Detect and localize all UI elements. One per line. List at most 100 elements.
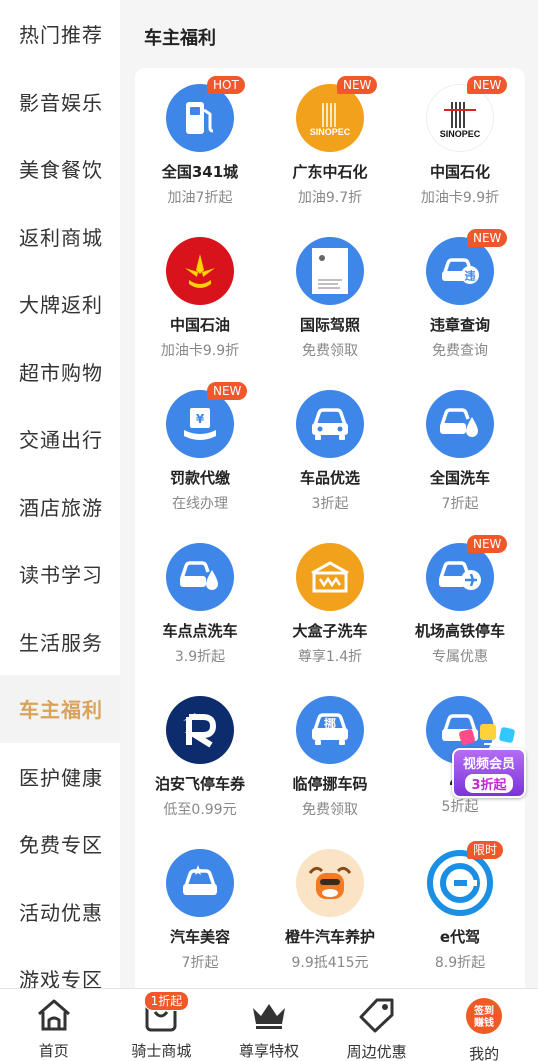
item-title: 罚款代缴 [169,469,230,487]
grid-item-national-car-wash[interactable]: 全国洗车 7折起 [395,374,525,527]
item-subtitle: 8.9折起 [434,955,486,971]
nav-home[interactable]: 首页 [0,989,108,1061]
item-title: 橙牛汽车养护 [284,928,375,946]
badge-new: NEW [337,76,378,94]
sidebar-item-transport[interactable]: 交通出行 [0,405,120,473]
item-subtitle: 尊享1.4折 [297,649,363,665]
car-wash-icon [426,390,494,458]
nav-badge: 1折起 [143,991,190,1011]
grid-item-big-box-wash[interactable]: 大盒子洗车 尊享1.4折 [265,527,395,680]
item-subtitle: 加油9.7折 [297,190,363,206]
petrochina-logo-icon [166,237,234,305]
item-subtitle: 在线办理 [172,496,228,512]
crown-icon [249,997,289,1032]
grid-item-petrochina[interactable]: 中国石油 加油卡9.9折 [135,221,265,374]
item-subtitle: 免费查询 [432,343,488,359]
grid-item-move-car-code[interactable]: 挪 临停挪车码 免费领取 [265,680,395,833]
item-subtitle: 低至0.99元 [163,802,237,818]
sidebar-item-reading[interactable]: 读书学习 [0,540,120,608]
item-subtitle: 7折起 [181,955,219,971]
video-vip-float-button[interactable]: 视频会员 3折起 [448,718,528,800]
airport-parking-icon [426,543,494,611]
car-icon [296,390,364,458]
tag-icon [357,997,397,1033]
item-subtitle: 3折起 [311,496,349,512]
item-title: 全国341城 [161,163,239,181]
move-car-code-icon: 挪 [296,696,364,764]
item-title: 车品优选 [299,469,360,487]
sidebar-item-activity[interactable]: 活动优惠 [0,878,120,946]
bottom-nav: 首页 1折起 骑士商城 尊享特权 周边优惠 签到 赚钱 我的 [0,988,538,1061]
sidebar-item-car-owner[interactable]: 车主福利 [0,675,120,743]
sidebar-item-health[interactable]: 医护健康 [0,743,120,811]
grid-item-boanfei-parking[interactable]: 泊安飞停车券 低至0.99元 [135,680,265,833]
item-title: 车点点洗车 [162,622,238,640]
sidebar-item-life-service[interactable]: 生活服务 [0,608,120,676]
nav-knight-mall[interactable]: 1折起 骑士商城 [108,989,216,1061]
sidebar-item-rebate-mall[interactable]: 返利商城 [0,203,120,271]
item-title: 临停挪车码 [292,775,368,793]
sidebar-item-hotel[interactable]: 酒店旅游 [0,473,120,541]
grid-item-car-beauty[interactable]: 汽车美容 7折起 [135,833,265,986]
svg-text:赚钱: 赚钱 [473,1016,494,1029]
item-title: 国际驾照 [299,316,360,334]
main-content: 车主福利 HOT 全国341城 加油7折起 SINOPEC NEW 广东中石化 … [120,0,538,988]
grid-item-airport-parking[interactable]: NEW 机场高铁停车 专属优惠 [395,527,525,680]
badge-new: NEW [467,229,508,247]
sidebar-item-entertainment[interactable]: 影音娱乐 [0,68,120,136]
sidebar-item-free[interactable]: 免费专区 [0,810,120,878]
fine-payment-icon: ¥ [166,390,234,458]
item-subtitle: 7折起 [441,496,479,512]
sidebar-item-hot[interactable]: 热门推荐 [0,0,120,68]
svg-text:挪: 挪 [324,716,336,731]
app-root: 热门推荐 影音娱乐 美食餐饮 返利商城 大牌返利 超市购物 交通出行 酒店旅游 … [0,0,538,1061]
car-beauty-icon [166,849,234,917]
vip-title: 视频会员 [462,757,515,772]
item-title: 违章查询 [429,316,490,334]
item-title: 广东中石化 [292,163,368,181]
item-title: 机场高铁停车 [414,622,505,640]
sidebar-item-games[interactable]: 游戏专区 [0,945,120,988]
grid-item-orange-cow[interactable]: 橙牛汽车养护 9.9抵415元 [265,833,395,986]
grid-item-intl-license[interactable]: 国际驾照 免费领取 [265,221,395,374]
sidebar-item-food[interactable]: 美食餐饮 [0,135,120,203]
nav-mine[interactable]: 签到 赚钱 我的 [430,989,538,1061]
benefits-grid: HOT 全国341城 加油7折起 SINOPEC NEW 广东中石化 加油9.7… [135,68,525,986]
badge-new: NEW [207,382,248,400]
nav-label: 骑士商城 [131,1042,192,1060]
grid-item-chediandian-wash[interactable]: 车点点洗车 3.9折起 [135,527,265,680]
grid-item-fine-payment[interactable]: ¥ NEW 罚款代缴 在线办理 [135,374,265,527]
item-subtitle: 专属优惠 [432,649,488,665]
item-subtitle: 9.9抵415元 [291,955,369,971]
checkin-icon: 签到 赚钱 [464,997,504,1035]
car-violation-icon: 违 [426,237,494,305]
grid-item-e-driver[interactable]: 限时 e代驾 8.9折起 [395,833,525,986]
badge-hot: HOT [207,76,245,94]
item-subtitle: 免费领取 [302,343,358,359]
item-title: 泊安飞停车券 [154,775,245,793]
nav-privileges[interactable]: 尊享特权 [215,989,323,1061]
nav-label: 周边优惠 [346,1043,407,1061]
item-subtitle: 加油7折起 [167,190,233,206]
item-subtitle: 3.9折起 [174,649,226,665]
svg-text:违: 违 [465,269,476,283]
svg-text:SINOPEC: SINOPEC [310,127,351,137]
item-subtitle: 免费领取 [302,802,358,818]
item-title: 中国石化 [429,163,490,181]
grid-item-violation-query[interactable]: 违 NEW 违章查询 免费查询 [395,221,525,374]
nav-nearby-deals[interactable]: 周边优惠 [323,989,431,1061]
item-title: 中国石油 [169,316,230,334]
item-title: 汽车美容 [169,928,230,946]
grid-item-national-fuel[interactable]: HOT 全国341城 加油7折起 [135,68,265,221]
svg-text:签到: 签到 [473,1004,494,1017]
sidebar-item-brand-rebate[interactable]: 大牌返利 [0,270,120,338]
license-document-icon [296,237,364,305]
vip-discount: 3折起 [465,774,513,793]
grid-item-sinopec[interactable]: SINOPEC NEW 中国石化 加油卡9.9折 [395,68,525,221]
sidebar-item-supermarket[interactable]: 超市购物 [0,338,120,406]
home-icon [34,997,74,1032]
section-title: 车主福利 [144,28,216,49]
grid-item-guangdong-sinopec[interactable]: SINOPEC NEW 广东中石化 加油9.7折 [265,68,395,221]
badge-limited: 限时 [467,841,504,859]
grid-item-car-products[interactable]: 车品优选 3折起 [265,374,395,527]
